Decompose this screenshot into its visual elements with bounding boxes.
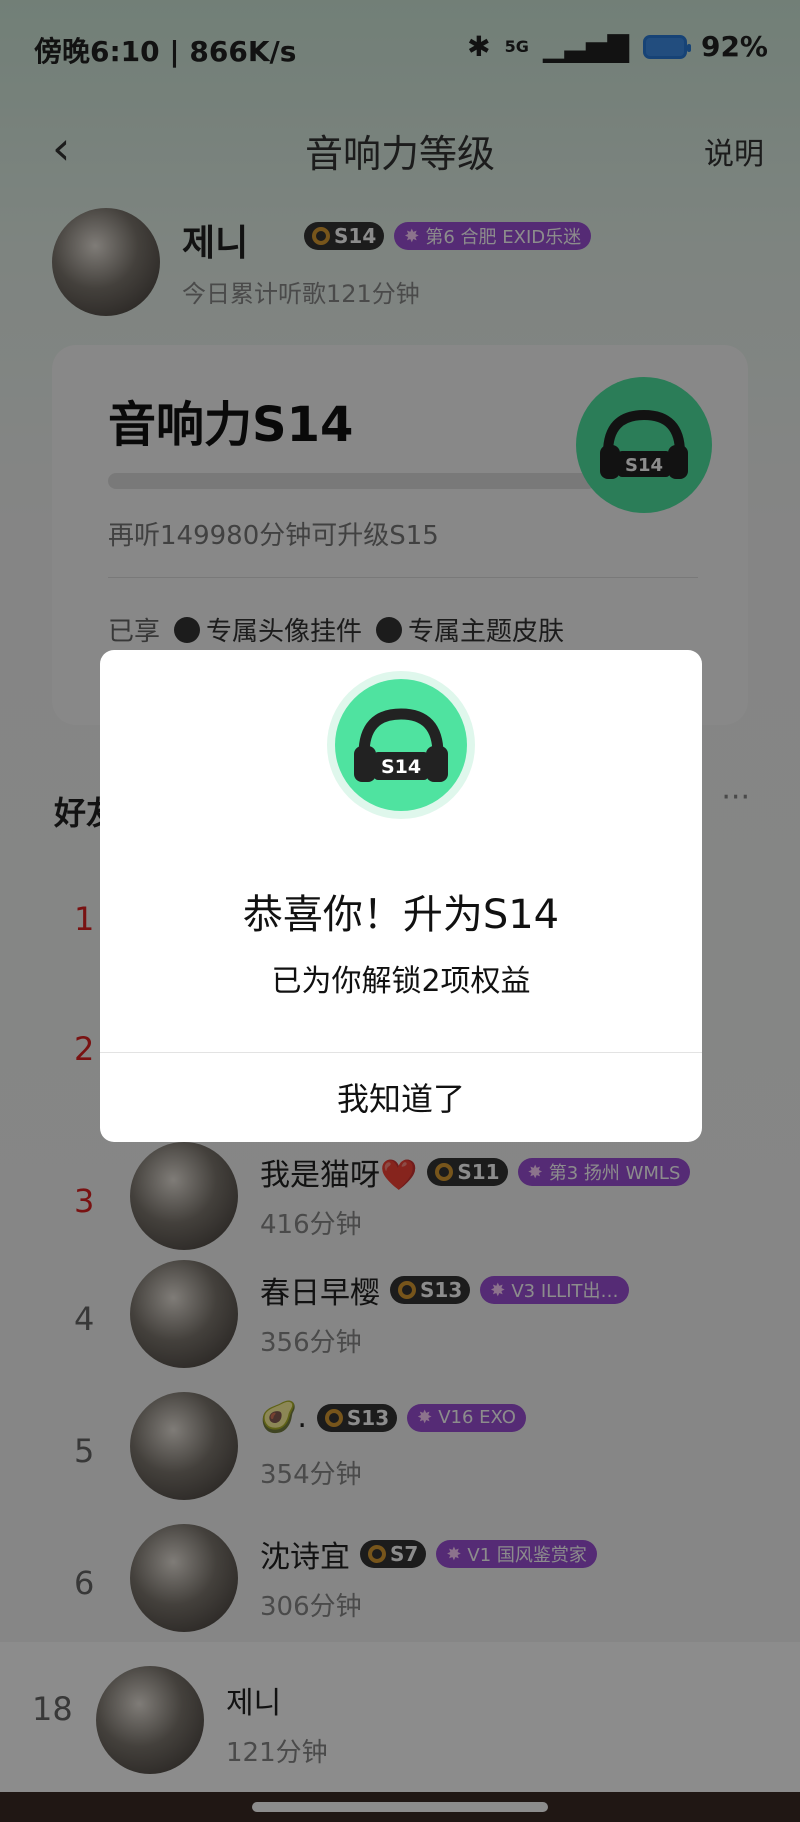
dialog-title: 恭喜你！升为S14	[242, 892, 560, 938]
level-up-dialog: S14 恭喜你！升为S14 已为你解锁2项权益 我知道了	[100, 650, 702, 1142]
dialog-subtitle: 已为你解锁2项权益	[271, 964, 531, 999]
level-logo-icon: S14	[327, 671, 475, 819]
dialog-logo-text: S14	[381, 756, 421, 778]
got-it-button[interactable]: 我知道了	[100, 1052, 702, 1142]
